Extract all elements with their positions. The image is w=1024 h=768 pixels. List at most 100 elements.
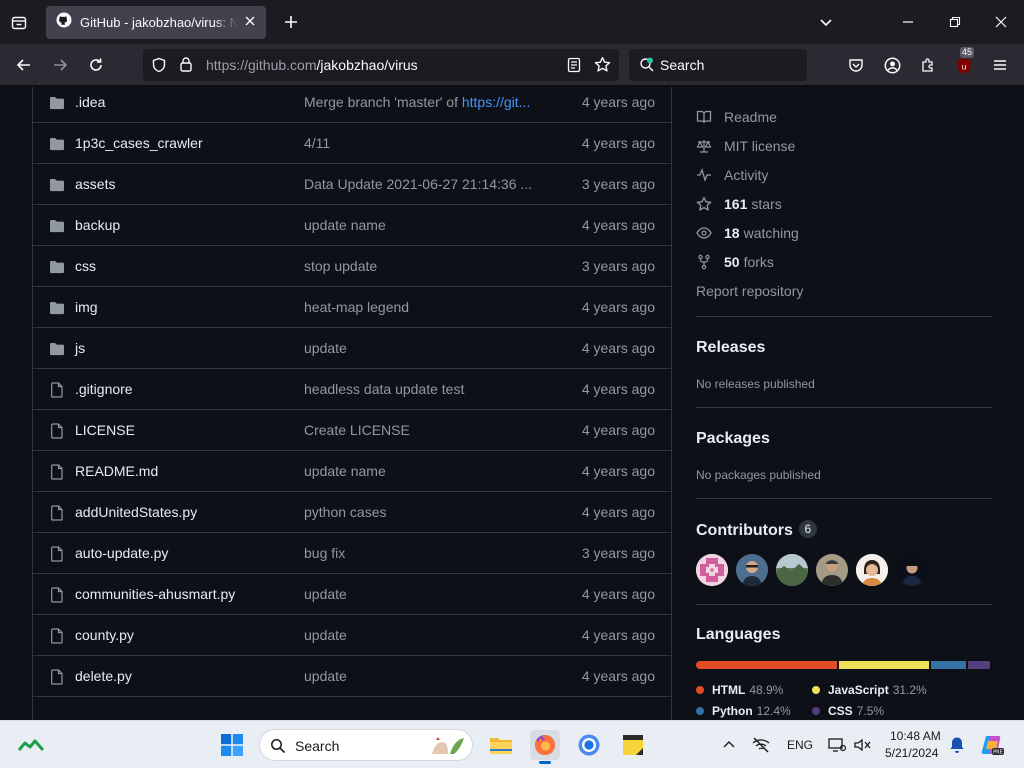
commit-message-link[interactable]: update name: [304, 217, 540, 233]
commit-message-link[interactable]: Data Update 2021-06-27 21:14:36 ...: [304, 176, 540, 192]
folder-name-link[interactable]: assets: [75, 176, 115, 192]
avatar[interactable]: [856, 554, 888, 586]
start-windows-icon[interactable]: [218, 731, 246, 759]
commit-message-link[interactable]: update: [304, 627, 540, 643]
commit-age[interactable]: 4 years ago: [582, 586, 655, 602]
commit-age[interactable]: 4 years ago: [582, 627, 655, 643]
file-name-link[interactable]: delete.py: [75, 668, 132, 684]
activity-link[interactable]: Activity: [696, 165, 768, 185]
tab-github-virus[interactable]: GitHub - jakobzhao/virus: Nova: [46, 6, 266, 39]
table-row[interactable]: css stop update 3 years ago: [33, 245, 671, 286]
contributors-heading[interactable]: Contributors 6: [696, 520, 817, 540]
commit-message-link[interactable]: update: [304, 340, 540, 356]
commit-message-link[interactable]: headless data update test: [304, 381, 540, 397]
file-name-link[interactable]: README.md: [75, 463, 158, 479]
avatar[interactable]: [736, 554, 768, 586]
folder-name-link[interactable]: js: [75, 340, 85, 356]
folder-name-link[interactable]: backup: [75, 217, 120, 233]
address-bar[interactable]: https://github.com/jakobzhao/virus: [143, 49, 619, 81]
pocket-icon[interactable]: [844, 53, 868, 77]
close-window-icon[interactable]: [989, 10, 1013, 34]
avatar[interactable]: [776, 554, 808, 586]
commit-age[interactable]: 4 years ago: [582, 668, 655, 684]
account-icon[interactable]: [880, 53, 904, 77]
commit-message-link[interactable]: Merge branch 'master' of https://git...: [304, 94, 540, 110]
table-row[interactable]: .idea Merge branch 'master' of https://gi…: [33, 87, 671, 122]
releases-heading[interactable]: Releases: [696, 339, 765, 357]
back-arrow-icon[interactable]: [12, 53, 36, 77]
packages-heading[interactable]: Packages: [696, 430, 770, 448]
folder-name-link[interactable]: 1p3c_cases_crawler: [75, 135, 203, 151]
commit-age[interactable]: 4 years ago: [582, 217, 655, 233]
commit-message-link[interactable]: heat-map legend: [304, 299, 540, 315]
table-row[interactable]: [33, 696, 671, 720]
show-hidden-icons-chevron-icon[interactable]: [718, 733, 740, 757]
readme-link[interactable]: Readme: [696, 107, 777, 127]
new-tab-icon[interactable]: [279, 10, 303, 34]
file-name-link[interactable]: auto-update.py: [75, 545, 168, 561]
commit-age[interactable]: 4 years ago: [582, 381, 655, 397]
commit-age[interactable]: 4 years ago: [582, 463, 655, 479]
copilot-icon[interactable]: PRE: [978, 731, 1006, 759]
commit-message-link[interactable]: 4/11: [304, 135, 540, 151]
volume-muted-icon[interactable]: [852, 733, 874, 757]
table-row[interactable]: .gitignore headless data update test 4 yea…: [33, 368, 671, 409]
table-row[interactable]: README.md update name 4 years ago: [33, 450, 671, 491]
table-row[interactable]: backup update name 4 years ago: [33, 204, 671, 245]
commit-message-link[interactable]: Create LICENSE: [304, 422, 540, 438]
commit-message-link[interactable]: update: [304, 586, 540, 602]
sticky-notes-icon[interactable]: [618, 731, 648, 759]
forks-link[interactable]: 50 forks: [696, 252, 774, 272]
minimize-window-icon[interactable]: [896, 10, 920, 34]
commit-age[interactable]: 4 years ago: [582, 135, 655, 151]
report-repository-link[interactable]: Report repository: [696, 281, 803, 301]
language-indicator[interactable]: ENG: [787, 738, 813, 752]
network-disconnected-icon[interactable]: [748, 733, 774, 757]
folder-name-link[interactable]: img: [75, 299, 98, 315]
commit-age[interactable]: 3 years ago: [582, 545, 655, 561]
table-row[interactable]: county.py update 4 years ago: [33, 614, 671, 655]
table-row[interactable]: LICENSE Create LICENSE 4 years ago: [33, 409, 671, 450]
forward-arrow-icon[interactable]: [48, 53, 72, 77]
commit-age[interactable]: 4 years ago: [582, 299, 655, 315]
watching-link[interactable]: 18 watching: [696, 223, 799, 243]
table-row[interactable]: img heat-map legend 4 years ago: [33, 286, 671, 327]
lock-icon[interactable]: [179, 56, 193, 77]
license-link[interactable]: MIT license: [696, 136, 795, 156]
table-row[interactable]: 1p3c_cases_crawler 4/11 4 years ago: [33, 122, 671, 163]
table-row[interactable]: assets Data Update 2021-06-27 21:14:36 ..…: [33, 163, 671, 204]
file-name-link[interactable]: addUnitedStates.py: [75, 504, 197, 520]
widgets-icon[interactable]: [16, 731, 46, 759]
language-item[interactable]: CSS 7.5%: [812, 704, 884, 718]
file-name-link[interactable]: county.py: [75, 627, 134, 643]
file-name-link[interactable]: .gitignore: [75, 381, 133, 397]
language-item[interactable]: JavaScript 31.2%: [812, 683, 927, 697]
commit-age[interactable]: 4 years ago: [582, 94, 655, 110]
commit-message-link[interactable]: python cases: [304, 504, 540, 520]
file-name-link[interactable]: LICENSE: [75, 422, 135, 438]
stars-link[interactable]: 161 stars: [696, 194, 782, 214]
table-row[interactable]: auto-update.py bug fix 3 years ago: [33, 532, 671, 573]
avatar[interactable]: [696, 554, 728, 586]
file-name-link[interactable]: communities-ahusmart.py: [75, 586, 235, 602]
table-row[interactable]: js update 4 years ago: [33, 327, 671, 368]
chrome-icon[interactable]: [574, 731, 604, 759]
table-row[interactable]: communities-ahusmart.py update 4 years ago: [33, 573, 671, 614]
commit-message-link[interactable]: stop update: [304, 258, 540, 274]
commit-age[interactable]: 4 years ago: [582, 504, 655, 520]
tracking-protection-shield-icon[interactable]: [151, 57, 167, 78]
language-item[interactable]: Python 12.4%: [696, 704, 791, 718]
restore-window-icon[interactable]: [943, 10, 967, 34]
avatar[interactable]: [816, 554, 848, 586]
tab-list-icon[interactable]: [6, 10, 32, 36]
clock-time[interactable]: 10:48 AM: [890, 729, 941, 743]
commit-age[interactable]: 3 years ago: [582, 176, 655, 192]
commit-link[interactable]: https://git...: [462, 94, 530, 110]
folder-name-link[interactable]: .idea: [75, 94, 105, 110]
close-tab-icon[interactable]: [244, 14, 256, 32]
folder-name-link[interactable]: css: [75, 258, 96, 274]
avatar[interactable]: [896, 554, 928, 586]
commit-age[interactable]: 3 years ago: [582, 258, 655, 274]
table-row[interactable]: delete.py update 4 years ago: [33, 655, 671, 696]
display-icon[interactable]: [826, 733, 848, 757]
